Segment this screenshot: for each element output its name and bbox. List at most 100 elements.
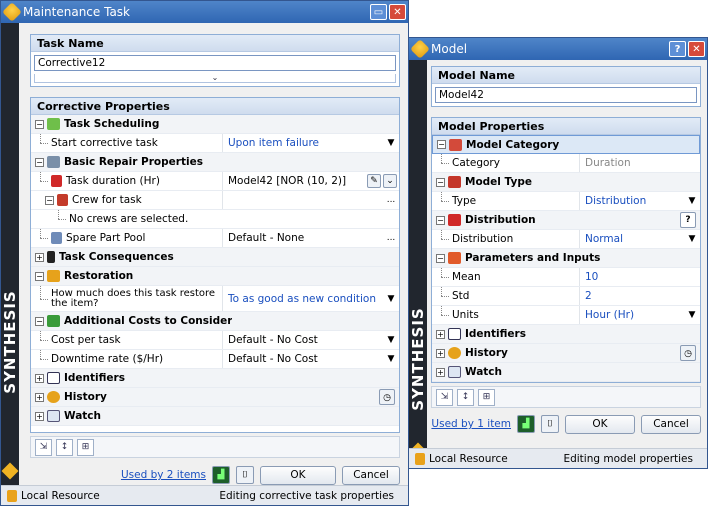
property-distribution[interactable]: Distribution Normal ▼ bbox=[432, 230, 700, 249]
restore-value[interactable]: To as good as new condition bbox=[223, 286, 383, 311]
title-bar[interactable]: Model ? ✕ bbox=[409, 38, 707, 60]
property-restore[interactable]: How much does this task restore the item… bbox=[31, 286, 399, 312]
property-spare-part-pool[interactable]: Spare Part Pool Default - None... bbox=[31, 229, 399, 248]
expand-chevron-icon[interactable]: ⌄ bbox=[34, 74, 396, 83]
collapse-icon[interactable]: − bbox=[436, 253, 445, 263]
collapse-icon[interactable]: − bbox=[436, 177, 445, 187]
category-identifiers[interactable]: + Identifiers bbox=[432, 325, 700, 344]
close-button[interactable]: ✕ bbox=[389, 4, 406, 20]
parameters-icon bbox=[448, 252, 461, 264]
property-cost-per-task[interactable]: Cost per task Default - No Cost ▼ bbox=[31, 331, 399, 350]
more-button[interactable]: ... bbox=[383, 233, 399, 243]
category-history[interactable]: + History ◷ bbox=[432, 344, 700, 363]
used-by-link[interactable]: Used by 2 items bbox=[121, 469, 206, 481]
sort-alpha-icon[interactable]: ↕ bbox=[56, 438, 73, 456]
sort-category-icon[interactable]: ⇲ bbox=[35, 438, 52, 456]
category-model-type[interactable]: − Model Type bbox=[432, 173, 700, 192]
history-clock-icon[interactable]: ◷ bbox=[680, 345, 696, 361]
grid-icon[interactable]: ⊞ bbox=[77, 438, 94, 456]
more-button[interactable]: ... bbox=[383, 195, 399, 205]
title-bar[interactable]: Maintenance Task ▭ ✕ bbox=[1, 1, 408, 23]
expand-icon[interactable]: + bbox=[436, 367, 445, 377]
collapse-icon[interactable]: − bbox=[45, 195, 54, 205]
collapse-icon[interactable]: − bbox=[35, 119, 44, 129]
category-history[interactable]: + History ◷ bbox=[31, 388, 399, 407]
category-task-consequences[interactable]: + Task Consequences bbox=[31, 248, 399, 267]
chart-icon[interactable]: ▟ bbox=[212, 466, 230, 484]
category-task-scheduling[interactable]: − Task Scheduling bbox=[31, 115, 399, 134]
distribution-value[interactable]: Normal bbox=[580, 230, 684, 248]
property-toolbar: ⇲ ↕ ⊞ bbox=[30, 436, 400, 458]
type-value[interactable]: Distribution bbox=[580, 192, 684, 210]
chart-icon[interactable]: ▟ bbox=[517, 415, 535, 433]
mean-value[interactable]: 10 bbox=[580, 268, 700, 286]
property-task-duration[interactable]: Task duration (Hr) Model42 [NOR (10, 2)] ✎… bbox=[31, 172, 399, 191]
expand-icon[interactable]: + bbox=[35, 252, 44, 262]
std-value[interactable]: 2 bbox=[580, 287, 700, 305]
dropdown-arrow-icon[interactable]: ▼ bbox=[383, 138, 399, 148]
collapse-icon[interactable]: − bbox=[35, 271, 44, 281]
expand-icon[interactable]: + bbox=[35, 392, 44, 402]
category-parameters[interactable]: − Parameters and Inputs bbox=[432, 249, 700, 268]
ok-button[interactable]: OK bbox=[260, 465, 336, 485]
sort-alpha-icon[interactable]: ↕ bbox=[457, 388, 474, 406]
status-right: Editing corrective task properties bbox=[219, 489, 394, 502]
category-restoration[interactable]: − Restoration bbox=[31, 267, 399, 286]
expand-icon[interactable]: + bbox=[35, 373, 44, 383]
property-type[interactable]: Type Distribution ▼ bbox=[432, 192, 700, 211]
cancel-button[interactable]: Cancel bbox=[342, 465, 400, 485]
property-start-task[interactable]: Start corrective task Upon item failure ▼ bbox=[31, 134, 399, 153]
distribution-icon bbox=[51, 175, 62, 187]
category-distribution[interactable]: − Distribution? bbox=[432, 211, 700, 230]
category-model-category[interactable]: − Model Category bbox=[432, 135, 700, 154]
start-task-value[interactable]: Upon item failure bbox=[223, 134, 383, 152]
expand-icon[interactable]: + bbox=[436, 329, 445, 339]
dropdown-arrow-icon[interactable]: ▼ bbox=[383, 354, 399, 364]
collapse-icon[interactable]: − bbox=[437, 140, 446, 149]
spare-part-value[interactable]: Default - None bbox=[223, 229, 383, 247]
collapse-icon[interactable]: − bbox=[35, 316, 44, 326]
category-identifiers[interactable]: + Identifiers bbox=[31, 369, 399, 388]
property-crew[interactable]: − Crew for task... bbox=[31, 191, 399, 210]
attachment-icon[interactable]: ⌷ bbox=[236, 466, 254, 484]
watch-icon bbox=[47, 410, 60, 422]
property-category[interactable]: Category Duration bbox=[432, 154, 700, 173]
downtime-value[interactable]: Default - No Cost bbox=[223, 350, 383, 368]
grid-icon[interactable]: ⊞ bbox=[478, 388, 495, 406]
expand-icon[interactable]: + bbox=[35, 411, 44, 421]
property-units[interactable]: Units Hour (Hr) ▼ bbox=[432, 306, 700, 325]
cancel-button[interactable]: Cancel bbox=[641, 414, 701, 434]
sort-category-icon[interactable]: ⇲ bbox=[436, 388, 453, 406]
expand-icon[interactable]: + bbox=[436, 348, 445, 358]
cost-value[interactable]: Default - No Cost bbox=[223, 331, 383, 349]
property-std[interactable]: Std 2 bbox=[432, 287, 700, 306]
category-basic-repair[interactable]: − Basic Repair Properties bbox=[31, 153, 399, 172]
dropdown-arrow-icon[interactable]: ▼ bbox=[684, 234, 700, 244]
model-name-input[interactable]: Model42 bbox=[435, 87, 697, 103]
chevron-down-icon[interactable]: ⌄ bbox=[383, 174, 397, 188]
property-mean[interactable]: Mean 10 bbox=[432, 268, 700, 287]
used-by-link[interactable]: Used by 1 item bbox=[431, 418, 511, 430]
dropdown-arrow-icon[interactable]: ▼ bbox=[383, 335, 399, 345]
dropdown-arrow-icon[interactable]: ▼ bbox=[684, 310, 700, 320]
dropdown-arrow-icon[interactable]: ▼ bbox=[684, 196, 700, 206]
dropdown-arrow-icon[interactable]: ▼ bbox=[383, 294, 399, 304]
collapse-icon[interactable]: − bbox=[436, 215, 445, 225]
collapse-icon[interactable]: − bbox=[35, 157, 44, 167]
category-watch[interactable]: + Watch bbox=[432, 363, 700, 382]
units-value[interactable]: Hour (Hr) bbox=[580, 306, 684, 324]
help-button[interactable]: ? bbox=[669, 41, 686, 57]
minimize-button[interactable]: ▭ bbox=[370, 4, 387, 20]
close-button[interactable]: ✕ bbox=[688, 41, 705, 57]
history-clock-icon[interactable]: ◷ bbox=[379, 389, 395, 405]
task-name-input[interactable]: Corrective12 bbox=[34, 55, 396, 71]
ok-button[interactable]: OK bbox=[565, 414, 635, 434]
category-watch[interactable]: + Watch bbox=[31, 407, 399, 426]
distribution-wizard-icon[interactable]: ? bbox=[680, 212, 696, 228]
corrective-properties-panel: Corrective Properties − Task Scheduling S… bbox=[30, 97, 400, 433]
task-duration-value[interactable]: Model42 [NOR (10, 2)] bbox=[223, 172, 367, 190]
attachment-icon[interactable]: ⌷ bbox=[541, 415, 559, 433]
edit-pencil-icon[interactable]: ✎ bbox=[367, 174, 381, 188]
category-additional-costs[interactable]: − Additional Costs to Consider bbox=[31, 312, 399, 331]
property-downtime-rate[interactable]: Downtime rate ($/Hr) Default - No Cost ▼ bbox=[31, 350, 399, 369]
